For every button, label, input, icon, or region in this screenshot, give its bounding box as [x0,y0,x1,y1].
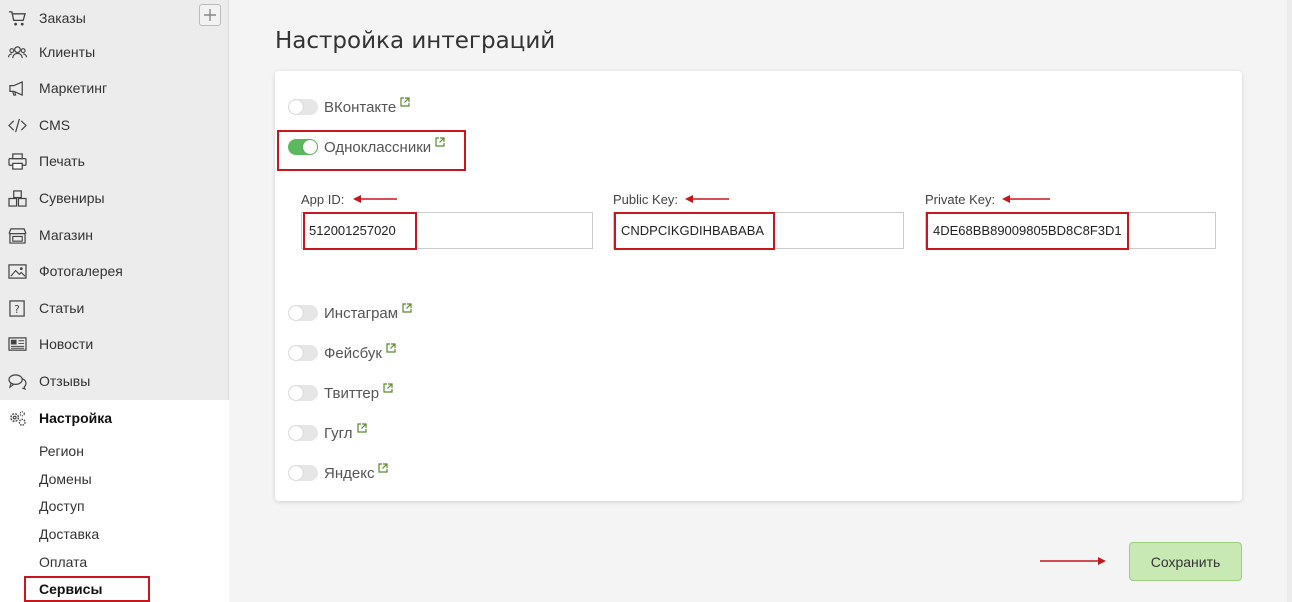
sidebar-item-gallery[interactable]: Фотогалерея [0,253,229,289]
submenu-item-domains[interactable]: Домены [39,471,92,487]
sidebar-item-shop[interactable]: Магазин [0,217,229,253]
sidebar: Заказы Клиенты Маркетинг CMS Печать Суве… [0,0,229,602]
cart-icon [7,9,27,27]
integrations-card [275,71,1242,501]
comments-icon [7,372,27,390]
sidebar-item-label: Заказы [39,10,86,26]
submenu-item-payment[interactable]: Оплата [39,554,87,570]
integration-label: ВКонтакте [324,98,397,116]
annotation-arrow-save [1040,557,1106,565]
public-key-input[interactable] [613,212,904,249]
sidebar-item-label: Магазин [39,227,94,243]
toggle-switch-odnoklassniki[interactable] [288,139,318,155]
sidebar-item-label: Маркетинг [39,80,108,96]
sidebar-item-label: Печать [39,153,85,169]
sidebar-item-print[interactable]: Печать [0,143,229,179]
sidebar-item-label: Клиенты [39,44,96,60]
sidebar-item-news[interactable]: Новости [0,326,229,362]
save-button[interactable]: Сохранить [1129,542,1242,581]
gears-icon [7,409,27,427]
sidebar-item-label: Фотогалерея [39,263,123,279]
app-id-label: App ID: [301,192,345,207]
external-link-icon[interactable] [435,137,445,147]
sidebar-item-label: Сувениры [39,190,105,206]
private-key-label: Private Key: [925,192,996,207]
boxes-icon [7,189,27,207]
integration-label: Одноклассники [324,138,432,156]
code-icon [7,116,27,134]
sidebar-item-label: Настройка [39,410,113,426]
toggle-switch-facebook[interactable] [288,345,318,361]
external-link-icon[interactable] [400,97,410,107]
private-key-input[interactable] [925,212,1216,249]
integration-row-facebook: Фейсбук [288,343,396,363]
integration-row-yandex: Яндекс [288,463,389,483]
external-link-icon[interactable] [402,303,412,313]
sidebar-item-articles[interactable]: ? Статьи [0,290,229,326]
megaphone-icon [7,79,27,97]
integration-label: Яндекс [324,464,375,482]
add-order-button[interactable] [199,4,221,26]
sidebar-item-reviews[interactable]: Отзывы [0,363,229,399]
toggle-switch-twitter[interactable] [288,385,318,401]
integration-label: Твиттер [324,384,380,402]
sidebar-item-label: Статьи [39,300,85,316]
printer-icon [7,152,27,170]
external-link-icon[interactable] [356,423,367,433]
settings-submenu: Регион Домены Доступ Доставка Оплата Сер… [0,436,229,602]
external-link-icon[interactable] [383,383,393,393]
app-id-input[interactable] [301,212,593,249]
svg-text:?: ? [14,303,20,315]
toggle-switch-yandex[interactable] [288,465,318,481]
integration-row-vkontakte: ВКонтакте [288,97,410,117]
external-link-icon[interactable] [378,463,389,473]
sidebar-item-label: CMS [39,117,71,133]
integration-row-odnoklassniki: Одноклассники [288,137,445,157]
toggle-switch-google[interactable] [288,425,318,441]
users-icon [7,43,27,61]
plus-icon [204,9,216,21]
sidebar-item-clients[interactable]: Клиенты [0,34,229,70]
sidebar-item-souvenirs[interactable]: Сувениры [0,180,229,216]
image-icon [7,262,27,280]
submenu-item-services[interactable]: Сервисы [39,581,102,597]
sidebar-item-settings[interactable]: Настройка [0,400,229,436]
sidebar-item-marketing[interactable]: Маркетинг [0,70,229,106]
integration-row-instagram: Инстаграм [288,303,412,323]
shop-icon [7,226,27,244]
sidebar-item-label: Отзывы [39,373,91,389]
newspaper-icon [7,335,27,353]
external-link-icon[interactable] [386,343,396,353]
submenu-item-region[interactable]: Регион [39,443,84,459]
question-icon: ? [7,299,27,317]
page-title: Настройка интеграций [275,28,556,54]
integration-row-google: Гугл [288,423,367,443]
integration-label: Фейсбук [324,344,382,362]
window-right-edge [1287,0,1292,602]
toggle-switch-instagram[interactable] [288,305,318,321]
integration-row-twitter: Твиттер [288,383,393,403]
sidebar-item-cms[interactable]: CMS [0,107,229,143]
submenu-item-delivery[interactable]: Доставка [39,526,99,542]
sidebar-item-label: Новости [39,336,94,352]
submenu-item-access[interactable]: Доступ [39,498,85,514]
public-key-label: Public Key: [613,192,679,207]
integration-label: Гугл [324,424,353,442]
integration-label: Инстаграм [324,304,399,322]
toggle-switch-vkontakte[interactable] [288,99,318,115]
sidebar-item-orders[interactable]: Заказы [0,0,229,36]
